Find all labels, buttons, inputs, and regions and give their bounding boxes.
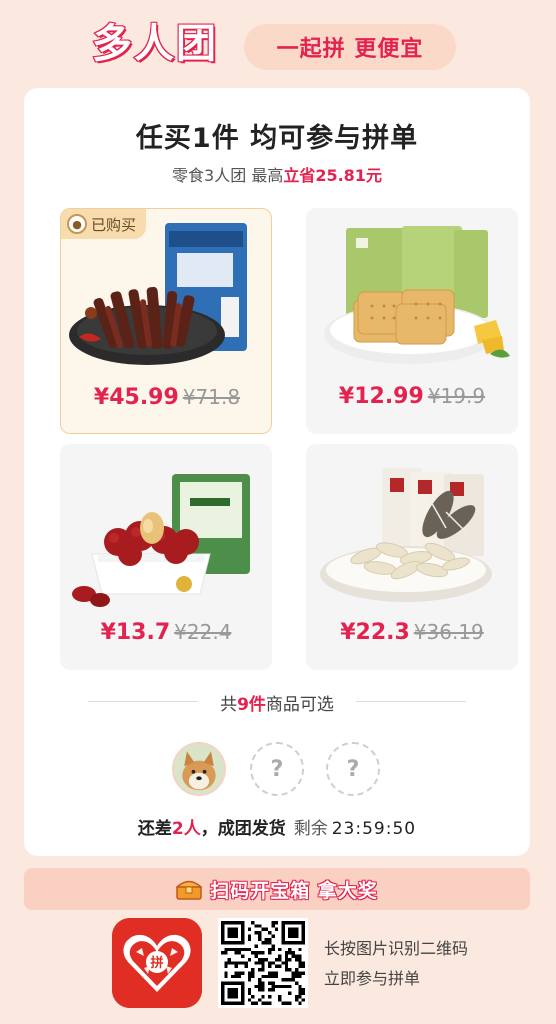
members-needed: 还差2人，成团发货 bbox=[138, 819, 286, 839]
logo-glyph: 拼 bbox=[150, 955, 163, 971]
bought-badge-label: 已购买 bbox=[91, 215, 137, 234]
group-price: ¥45.99 bbox=[93, 385, 179, 410]
qr-hint-line2: 立即参与拼单 bbox=[324, 969, 421, 988]
product-card-red-dates[interactable]: ¥13.7 ¥22.4 bbox=[60, 444, 272, 670]
sunflower-seeds-image bbox=[320, 468, 492, 602]
group-price: ¥13.7 bbox=[100, 620, 171, 645]
product-count-text: 共9件商品可选 bbox=[24, 690, 530, 715]
empty-member-slot: ? bbox=[250, 742, 304, 796]
need-suffix: ，成团发货 bbox=[200, 819, 286, 839]
group-price: ¥12.99 bbox=[338, 384, 424, 409]
subtitle: 零食3人团 最高立省25.81元 bbox=[24, 162, 530, 186]
empty-member-slot: ? bbox=[326, 742, 380, 796]
red-dates-image bbox=[72, 474, 250, 607]
original-price: ¥36.19 bbox=[413, 620, 484, 644]
price-row: ¥22.3 ¥36.19 bbox=[306, 620, 518, 645]
treasure-box-icon bbox=[176, 880, 203, 900]
need-prefix: 还差 bbox=[137, 819, 172, 839]
group-status: 还差2人，成团发货 剩余 23:59:50 bbox=[24, 814, 530, 839]
slogan-pill: 一起拼 更便宜 bbox=[244, 24, 456, 70]
banner-text: 扫码开宝箱 拿大奖 bbox=[210, 879, 378, 902]
shiba-dog-avatar-icon bbox=[174, 744, 224, 794]
count-prefix: 共 bbox=[220, 695, 238, 715]
product-card-beef-jerky[interactable]: ● 已购买 ¥45.99 ¥71.8 bbox=[60, 208, 272, 434]
count-suffix: 商品可选 bbox=[265, 695, 334, 715]
need-number: 2人 bbox=[171, 819, 201, 839]
pinduoduo-logo: 拼 bbox=[112, 918, 202, 1008]
remaining-label: 剩余 bbox=[293, 819, 328, 839]
price-row: ¥13.7 ¥22.4 bbox=[60, 620, 272, 645]
treasure-box-banner[interactable]: 扫码开宝箱 拿大奖 bbox=[24, 868, 530, 910]
app-logo-icon: 拼 bbox=[112, 918, 202, 1008]
header: 多人团 一起拼 更便宜 bbox=[0, 0, 556, 88]
original-price: ¥22.4 bbox=[174, 620, 232, 644]
product-card-crackers[interactable]: ¥12.99 ¥19.9 bbox=[306, 208, 518, 434]
original-price: ¥19.9 bbox=[427, 384, 486, 408]
group-members: ? ? bbox=[172, 742, 382, 796]
qr-code[interactable] bbox=[218, 918, 308, 1008]
product-count-row: 共9件商品可选 bbox=[24, 690, 530, 715]
qr-hint: 长按图片识别二维码 立即参与拼单 bbox=[324, 934, 468, 994]
group-buy-card: 任买1件 均可参与拼单 零食3人团 最高立省25.81元 ● 已购买 ¥45.9… bbox=[24, 88, 530, 856]
avatar-icon: ● bbox=[67, 214, 87, 234]
crackers-image bbox=[324, 226, 510, 364]
qr-hint-line1: 长按图片识别二维码 bbox=[324, 939, 469, 958]
original-price: ¥71.8 bbox=[182, 385, 241, 409]
group-price: ¥22.3 bbox=[340, 620, 410, 645]
price-row: ¥12.99 ¥19.9 bbox=[306, 384, 518, 409]
avatar bbox=[172, 742, 226, 796]
brand-title: 多人团 bbox=[91, 20, 218, 68]
count-number: 9件 bbox=[237, 695, 266, 715]
qr-code-icon bbox=[221, 921, 305, 1005]
page-title: 任买1件 均可参与拼单 bbox=[135, 123, 419, 154]
savings-highlight: 立省25.81元 bbox=[283, 166, 382, 185]
product-card-sunflower-seeds[interactable]: ¥22.3 ¥36.19 bbox=[306, 444, 518, 670]
countdown-timer: 23:59:50 bbox=[331, 819, 417, 839]
subtitle-text: 零食3人团 最高 bbox=[172, 166, 284, 185]
bought-badge: ● 已购买 bbox=[61, 209, 147, 239]
price-row: ¥45.99 ¥71.8 bbox=[61, 385, 271, 410]
